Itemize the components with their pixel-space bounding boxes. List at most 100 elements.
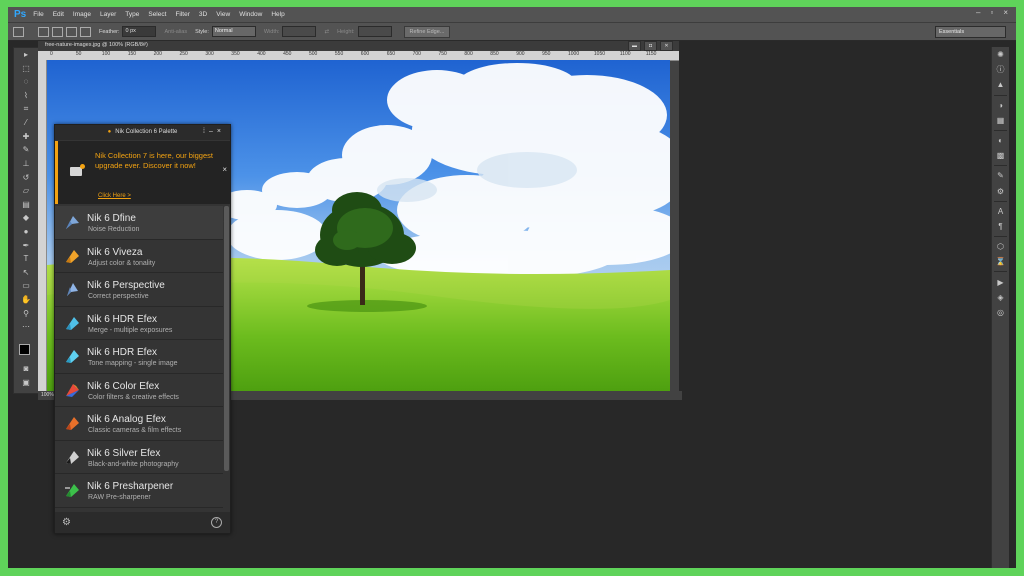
screen-mode-icon[interactable]: ▣ [14,376,38,390]
pen-tool-icon[interactable]: ✒ [14,238,38,252]
crop-tool-icon[interactable]: ⌗ [14,102,38,116]
upgrade-banner-link[interactable]: Click Here > [98,193,131,199]
nik-item-hdr-merge[interactable]: Nik 6 HDR Efex Merge - multiple exposure… [55,307,223,340]
type-tool-icon[interactable]: T [14,252,38,266]
menu-image[interactable]: Image [73,11,91,18]
tools-panel: ▸ ⬚ ◌ ⌇ ⌗ ⁄ ✚ ✎ ⊥ ↺ ▱ ▤ ◆ ● ✒ T ↖ ▭ ✋ ⚲ … [13,47,39,394]
brush-tool-icon[interactable]: ✎ [14,143,38,157]
nik-item-desc: RAW Pre-sharpener [88,494,151,501]
nik-item-viveza[interactable]: Nik 6 Viveza Adjust color & tonality [55,240,223,273]
nik-list-scrollbar[interactable] [224,206,229,471]
width-input[interactable] [282,26,317,37]
marquee-tool-preset-icon[interactable] [13,26,24,37]
banner-close-icon[interactable]: × [222,165,227,174]
eraser-tool-icon[interactable]: ▱ [14,184,38,198]
nik-palette-titlebar[interactable]: ● Nik Collection 6 Palette ⁞–× [55,125,230,140]
healing-brush-tool-icon[interactable]: ✚ [14,130,38,144]
nik-item-silver-efex[interactable]: Nik 6 Silver Efex Black-and-white photog… [55,441,223,474]
height-input[interactable] [357,26,392,37]
history-brush-tool-icon[interactable]: ↺ [14,170,38,184]
subtract-selection-icon[interactable] [66,26,77,37]
close-button[interactable]: × [1003,8,1008,17]
nik-item-color-efex[interactable]: Nik 6 Color Efex Color filters & creativ… [55,374,223,407]
menu-filter[interactable]: Filter [175,11,189,18]
quick-mask-icon[interactable]: ◙ [14,362,38,376]
paragraph-panel-icon[interactable]: ¶ [992,219,1009,234]
maximize-button[interactable]: ▫ [990,8,993,17]
help-icon[interactable]: ? [211,517,222,528]
nik-minimize-icon[interactable]: – [209,128,217,135]
ruler-tick-label: 600 [360,51,370,57]
doc-restore-button[interactable]: ◘ [644,41,657,51]
options-bar: Feather: 0 px Anti-alias Style: Normal W… [8,22,1016,41]
vertical-ruler[interactable] [38,60,47,391]
menu-type[interactable]: Type [125,11,139,18]
blur-tool-icon[interactable]: ◆ [14,211,38,225]
nik-item-analog-efex[interactable]: Nik 6 Analog Efex Classic cameras & film… [55,407,223,441]
dfine-icon [66,216,79,229]
layers-panel-icon[interactable]: ◈ [992,290,1009,305]
styles-panel-icon[interactable]: ▦ [992,113,1009,128]
menu-edit[interactable]: Edit [53,11,64,18]
marquee-tool-icon[interactable]: ⬚ [14,62,38,76]
3d-panel-icon[interactable]: ⬡ [992,239,1009,254]
nik-item-desc: Noise Reduction [88,226,140,233]
properties-panel-icon[interactable]: ◐ [992,133,1009,148]
edit-toolbar-icon[interactable]: ⋯ [14,320,38,334]
antialias-checkbox[interactable]: Anti-alias [164,29,187,35]
menu-select[interactable]: Select [148,11,166,18]
presharpener-icon [65,484,79,497]
clone-stamp-tool-icon[interactable]: ⊥ [14,157,38,171]
menu-3d[interactable]: 3D [199,11,207,18]
gradient-tool-icon[interactable]: ▤ [14,198,38,212]
path-select-tool-icon[interactable]: ↖ [14,266,38,280]
nik-item-hdr-tone[interactable]: Nik 6 HDR Efex Tone mapping - single ima… [55,340,223,374]
minimize-button[interactable]: – [976,8,980,17]
character-panel-icon[interactable]: A [992,204,1009,219]
quick-select-tool-icon[interactable]: ⌇ [14,89,38,103]
refine-edge-button[interactable]: Refine Edge... [403,25,451,38]
style-select[interactable]: Normal [211,26,256,37]
doc-minimize-button[interactable]: ▬ [628,41,641,51]
shape-tool-icon[interactable]: ▭ [14,279,38,293]
menu-window[interactable]: Window [239,11,262,18]
menu-view[interactable]: View [216,11,230,18]
feather-input[interactable]: 0 px [122,26,157,37]
eyedropper-tool-icon[interactable]: ⁄ [14,116,38,130]
menu-layer[interactable]: Layer [100,11,116,18]
menu-file[interactable]: File [33,11,43,18]
histogram-panel-icon[interactable]: ▲ [992,77,1009,92]
nik-item-presharpener[interactable]: Nik 6 Presharpener RAW Pre-sharpener [55,474,223,508]
brush-panel-icon[interactable]: ✎ [992,168,1009,183]
history-panel-icon[interactable]: ⌛ [992,254,1009,269]
ruler-tick-label: 1150 [645,51,657,57]
actions-panel-icon[interactable]: ▶ [992,274,1009,289]
lasso-tool-icon[interactable]: ◌ [14,75,38,89]
add-selection-icon[interactable] [52,26,63,37]
hdr-efex-icon [66,350,79,363]
foreground-color-swatch[interactable] [19,344,30,355]
nik-close-icon[interactable]: × [217,128,225,135]
nik-item-name: Nik 6 Viveza [87,246,143,258]
ruler-tick-label: 400 [257,51,266,57]
color-panel-icon[interactable]: ✺ [992,47,1009,62]
swap-icon[interactable]: ⇄ [324,29,329,35]
zoom-tool-icon[interactable]: ⚲ [14,306,38,320]
doc-close-button[interactable]: ✕ [660,41,673,51]
channels-panel-icon[interactable]: ◎ [992,305,1009,320]
settings-gear-icon[interactable]: ⚙ [62,517,71,528]
workspace-select[interactable]: Essentials [935,26,1006,38]
new-selection-icon[interactable] [38,26,49,37]
tool-presets-icon[interactable]: ⚙ [992,184,1009,199]
intersect-selection-icon[interactable] [80,26,91,37]
move-tool-icon[interactable]: ▸ [14,48,38,62]
info-panel-icon[interactable]: ⓘ [992,62,1009,77]
swatches-panel-icon[interactable]: ▩ [992,148,1009,163]
dodge-tool-icon[interactable]: ● [14,225,38,239]
hand-tool-icon[interactable]: ✋ [14,293,38,307]
menu-help[interactable]: Help [271,11,284,18]
adjustments-panel-icon[interactable]: ◑ [992,98,1009,113]
nik-item-perspective[interactable]: Nik 6 Perspective Correct perspective [55,273,223,307]
ruler-tick-label: 200 [153,51,162,57]
nik-item-dfine[interactable]: Nik 6 Dfine Noise Reduction ⌄ [55,206,229,240]
